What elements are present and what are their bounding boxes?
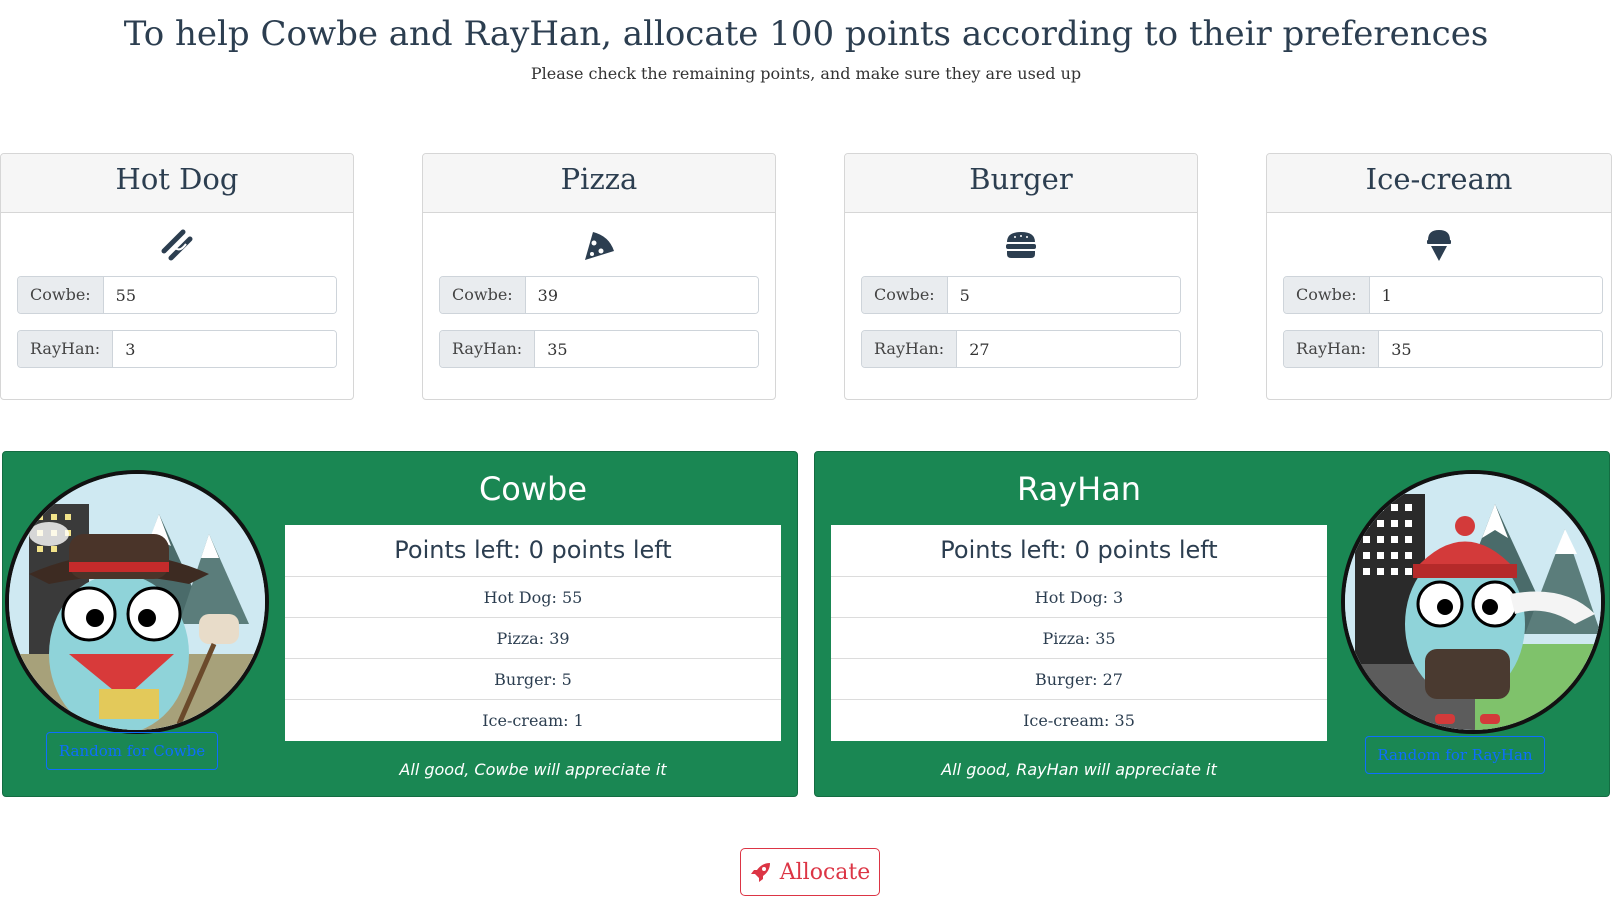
rayhan-name: RayHan [1016,470,1142,508]
cowbe-burger-input[interactable] [947,277,1180,313]
cowbe-points-field: Cowbe: [861,276,1181,314]
ice-cream-icon [1427,230,1451,261]
allocate-button[interactable]: Allocate [740,848,880,896]
random-rayhan-button[interactable]: Random for RayHan [1365,736,1545,774]
rayhan-label: RayHan: [862,331,958,367]
rayhan-allocation-list: Points left: 0 points left Hot Dog: 3 Pi… [831,525,1327,741]
allocate-label: Allocate [779,859,871,885]
item-card-hot-dog: Hot Dog Cowbe: RayHan: [0,153,354,400]
cowbe-status-text: All good, Cowbe will appreciate it [399,760,667,779]
list-item: Pizza: 39 [285,618,781,659]
item-card-burger: Burger Cowbe: RayHan: [844,153,1198,400]
item-title: Ice-cream [1267,154,1611,213]
item-title: Hot Dog [1,154,353,213]
hotdog-icon [161,229,193,261]
item-card-pizza: Pizza Cowbe: RayHan: [422,153,776,400]
rayhan-points-field: RayHan: [17,330,337,368]
rayhan-label: RayHan: [440,331,536,367]
rayhan-burger-input[interactable] [957,331,1180,367]
burger-icon [1006,232,1036,258]
list-item: Hot Dog: 55 [285,577,781,618]
list-item: Pizza: 35 [831,618,1327,659]
page-subtitle: Please check the remaining points, and m… [530,64,1082,83]
cowbe-allocation-list: Points left: 0 points left Hot Dog: 55 P… [285,525,781,741]
page-title: To help Cowbe and RayHan, allocate 100 p… [123,14,1489,54]
rocket-icon [750,863,770,882]
cowbe-hot-dog-input[interactable] [103,277,336,313]
cowbe-ice-cream-input[interactable] [1369,277,1602,313]
cowbe-points-field: Cowbe: [1283,276,1603,314]
cowbe-name: Cowbe [478,470,588,508]
cowbe-points-field: Cowbe: [439,276,759,314]
item-card-ice-cream: Ice-cream Cowbe: RayHan: [1266,153,1612,400]
pizza-icon [585,232,614,260]
points-left-heading: Points left: 0 points left [831,525,1327,577]
cowbe-label: Cowbe: [440,277,526,313]
points-left-heading: Points left: 0 points left [285,525,781,577]
rayhan-points-field: RayHan: [1283,330,1603,368]
rayhan-label: RayHan: [18,331,114,367]
rayhan-label: RayHan: [1284,331,1380,367]
rayhan-pizza-input[interactable] [535,331,758,367]
list-item: Burger: 27 [831,659,1327,700]
random-cowbe-button[interactable]: Random for Cowbe [46,732,218,770]
cowboy-gopher-icon [5,470,269,734]
winter-gopher-icon [1341,470,1605,734]
item-title: Burger [845,154,1197,213]
cowbe-label: Cowbe: [18,277,104,313]
rayhan-points-field: RayHan: [439,330,759,368]
cowbe-label: Cowbe: [862,277,948,313]
rayhan-status-text: All good, RayHan will appreciate it [941,760,1217,779]
list-item: Ice-cream: 35 [1023,711,1135,730]
cowbe-pizza-input[interactable] [525,277,758,313]
rayhan-points-field: RayHan: [861,330,1181,368]
rayhan-summary-panel: RayHan Points left: 0 points left Hot Do… [814,451,1610,797]
rayhan-ice-cream-input[interactable] [1379,331,1602,367]
list-item: Burger: 5 [285,659,781,700]
cowbe-label: Cowbe: [1284,277,1370,313]
cowbe-points-field: Cowbe: [17,276,337,314]
rayhan-hot-dog-input[interactable] [113,331,336,367]
cowbe-summary-panel: Random for Cowbe Cowbe Points left: 0 po… [2,451,798,797]
list-item: Ice-cream: 1 [482,711,584,730]
item-title: Pizza [423,154,775,213]
list-item: Hot Dog: 3 [831,577,1327,618]
